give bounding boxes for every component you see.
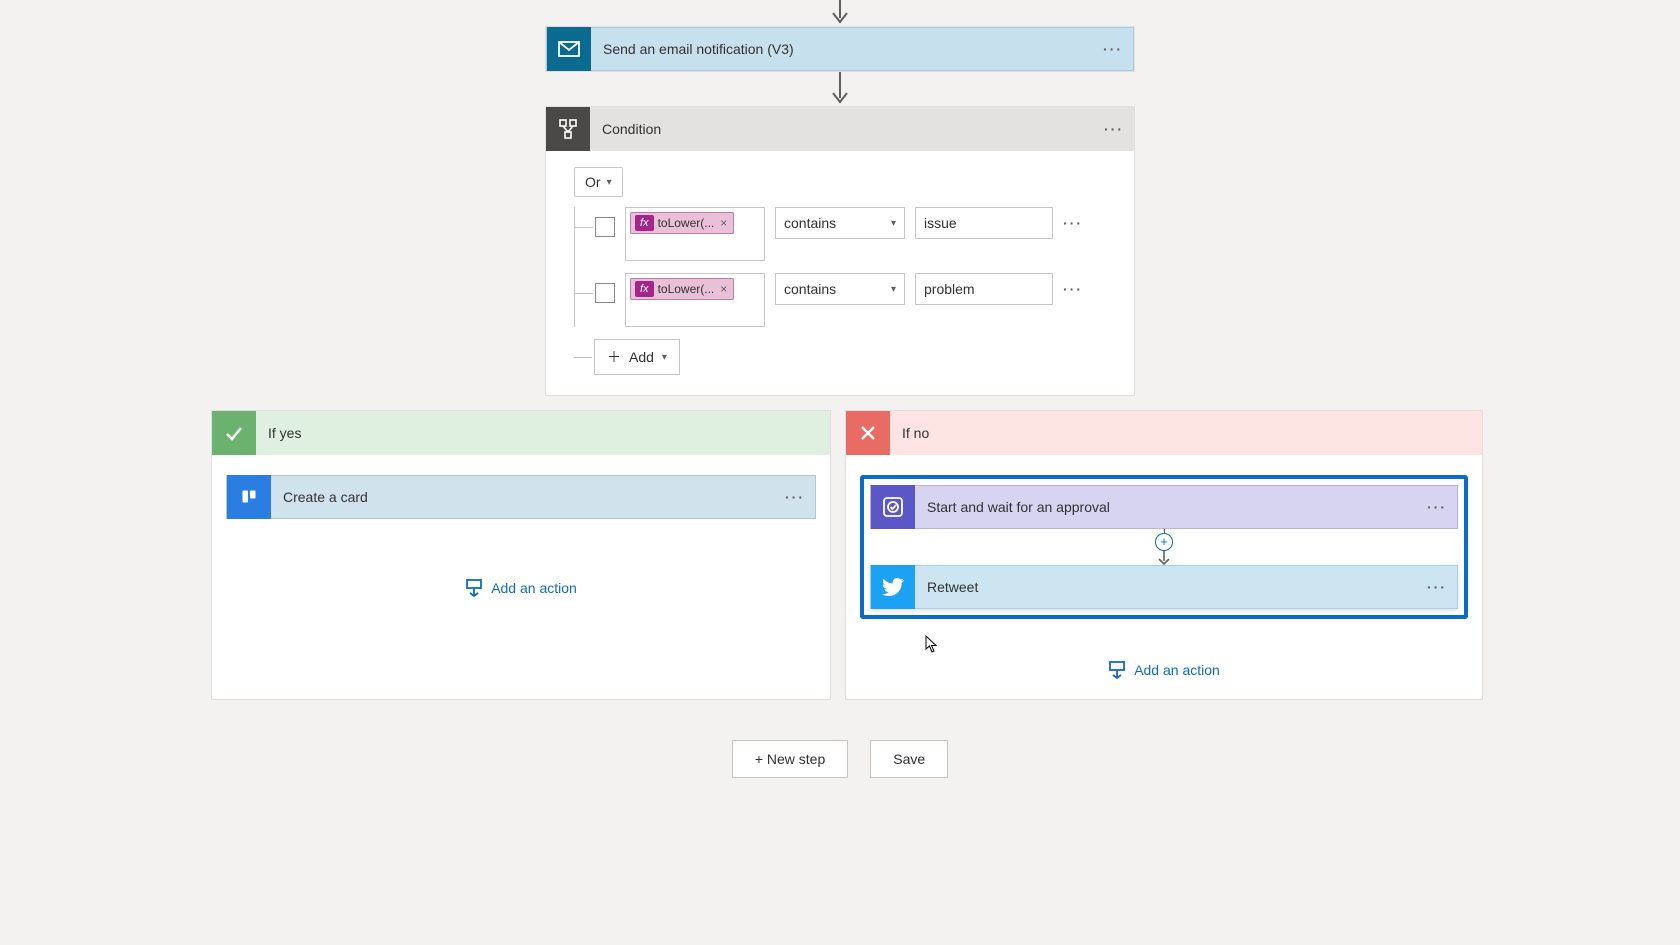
check-icon — [212, 411, 256, 455]
step-title: Condition — [590, 121, 1094, 137]
expression-label: toLower(... — [658, 216, 715, 230]
token-remove-icon[interactable]: × — [718, 216, 729, 230]
step-condition[interactable]: Condition ··· Or ▾ fx toLower(... × — [545, 106, 1135, 396]
condition-left-operand[interactable]: fx toLower(... × — [625, 273, 765, 327]
branch-title: If no — [890, 425, 941, 441]
plus-icon: ＋ — [607, 347, 621, 367]
condition-value-input[interactable]: issue — [915, 207, 1053, 239]
action-start-approval[interactable]: Start and wait for an approval ··· — [870, 485, 1458, 529]
condition-logic-selector[interactable]: Or ▾ — [574, 167, 623, 197]
fx-icon: fx — [635, 215, 654, 231]
condition-left-operand[interactable]: fx toLower(... × — [625, 207, 765, 261]
value-text: issue — [924, 215, 957, 231]
row-menu-button[interactable]: ··· — [1063, 281, 1083, 297]
step-menu-button[interactable]: ··· — [1093, 41, 1133, 57]
condition-add-button[interactable]: ＋ Add ▾ — [594, 339, 680, 375]
insert-step-button[interactable]: + — [1155, 533, 1173, 551]
operator-value: contains — [784, 215, 836, 231]
new-step-button[interactable]: + New step — [732, 740, 848, 778]
action-title: Start and wait for an approval — [915, 499, 1417, 515]
branch-header[interactable]: If no — [846, 411, 1482, 455]
add-action-label: Add an action — [491, 580, 577, 596]
action-menu-button[interactable]: ··· — [1417, 499, 1457, 515]
branch-if-yes: If yes Create a card ··· — [211, 410, 831, 700]
branch-header[interactable]: If yes — [212, 411, 830, 455]
flow-connector-arrow — [0, 72, 1680, 106]
twitter-icon — [871, 565, 915, 609]
chevron-down-icon: ▾ — [891, 284, 896, 295]
expression-label: toLower(... — [658, 282, 715, 296]
chevron-down-icon: ▾ — [662, 352, 667, 363]
token-remove-icon[interactable]: × — [718, 282, 729, 296]
row-select-checkbox[interactable] — [595, 283, 615, 303]
action-title: Retweet — [915, 579, 1417, 595]
step-title: Send an email notification (V3) — [591, 41, 1093, 57]
action-create-card[interactable]: Create a card ··· — [226, 475, 816, 519]
save-label: Save — [893, 751, 925, 767]
row-select-checkbox[interactable] — [595, 217, 615, 237]
step-send-email[interactable]: Send an email notification (V3) ··· — [545, 26, 1135, 72]
condition-row: fx toLower(... × contains ▾ problem ··· — [595, 273, 1106, 327]
condition-value-input[interactable]: problem — [915, 273, 1053, 305]
approval-icon — [871, 485, 915, 529]
condition-icon — [546, 107, 590, 151]
new-step-label: + New step — [755, 751, 825, 767]
branch-if-no: If no Start and wait for an approval ··· — [845, 410, 1483, 700]
branch-title: If yes — [256, 425, 313, 441]
chevron-down-icon: ▾ — [607, 177, 612, 188]
add-action-button[interactable]: Add an action — [465, 579, 577, 597]
add-action-label: Add an action — [1134, 662, 1220, 678]
action-title: Create a card — [271, 489, 775, 505]
condition-operator-select[interactable]: contains ▾ — [775, 273, 905, 305]
row-menu-button[interactable]: ··· — [1063, 215, 1083, 231]
action-retweet[interactable]: Retweet ··· — [870, 565, 1458, 609]
add-action-button[interactable]: Add an action — [1108, 661, 1220, 679]
expression-token[interactable]: fx toLower(... × — [630, 278, 734, 300]
flow-connector-arrow — [0, 0, 1680, 26]
insert-step-connector: + — [870, 529, 1458, 567]
close-icon — [846, 411, 890, 455]
add-label: Add — [629, 349, 654, 365]
value-text: problem — [924, 281, 975, 297]
trello-icon — [227, 475, 271, 519]
action-menu-button[interactable]: ··· — [775, 489, 815, 505]
mail-icon — [547, 27, 591, 71]
action-menu-button[interactable]: ··· — [1417, 579, 1457, 595]
condition-operator-select[interactable]: contains ▾ — [775, 207, 905, 239]
condition-row: fx toLower(... × contains ▾ issue ··· — [595, 207, 1106, 261]
selected-action-group: Start and wait for an approval ··· + — [860, 475, 1468, 619]
chevron-down-icon: ▾ — [891, 218, 896, 229]
condition-logic-label: Or — [585, 174, 601, 190]
fx-icon: fx — [635, 281, 654, 297]
step-menu-button[interactable]: ··· — [1094, 121, 1134, 137]
expression-token[interactable]: fx toLower(... × — [630, 212, 734, 234]
operator-value: contains — [784, 281, 836, 297]
save-button[interactable]: Save — [870, 740, 948, 778]
